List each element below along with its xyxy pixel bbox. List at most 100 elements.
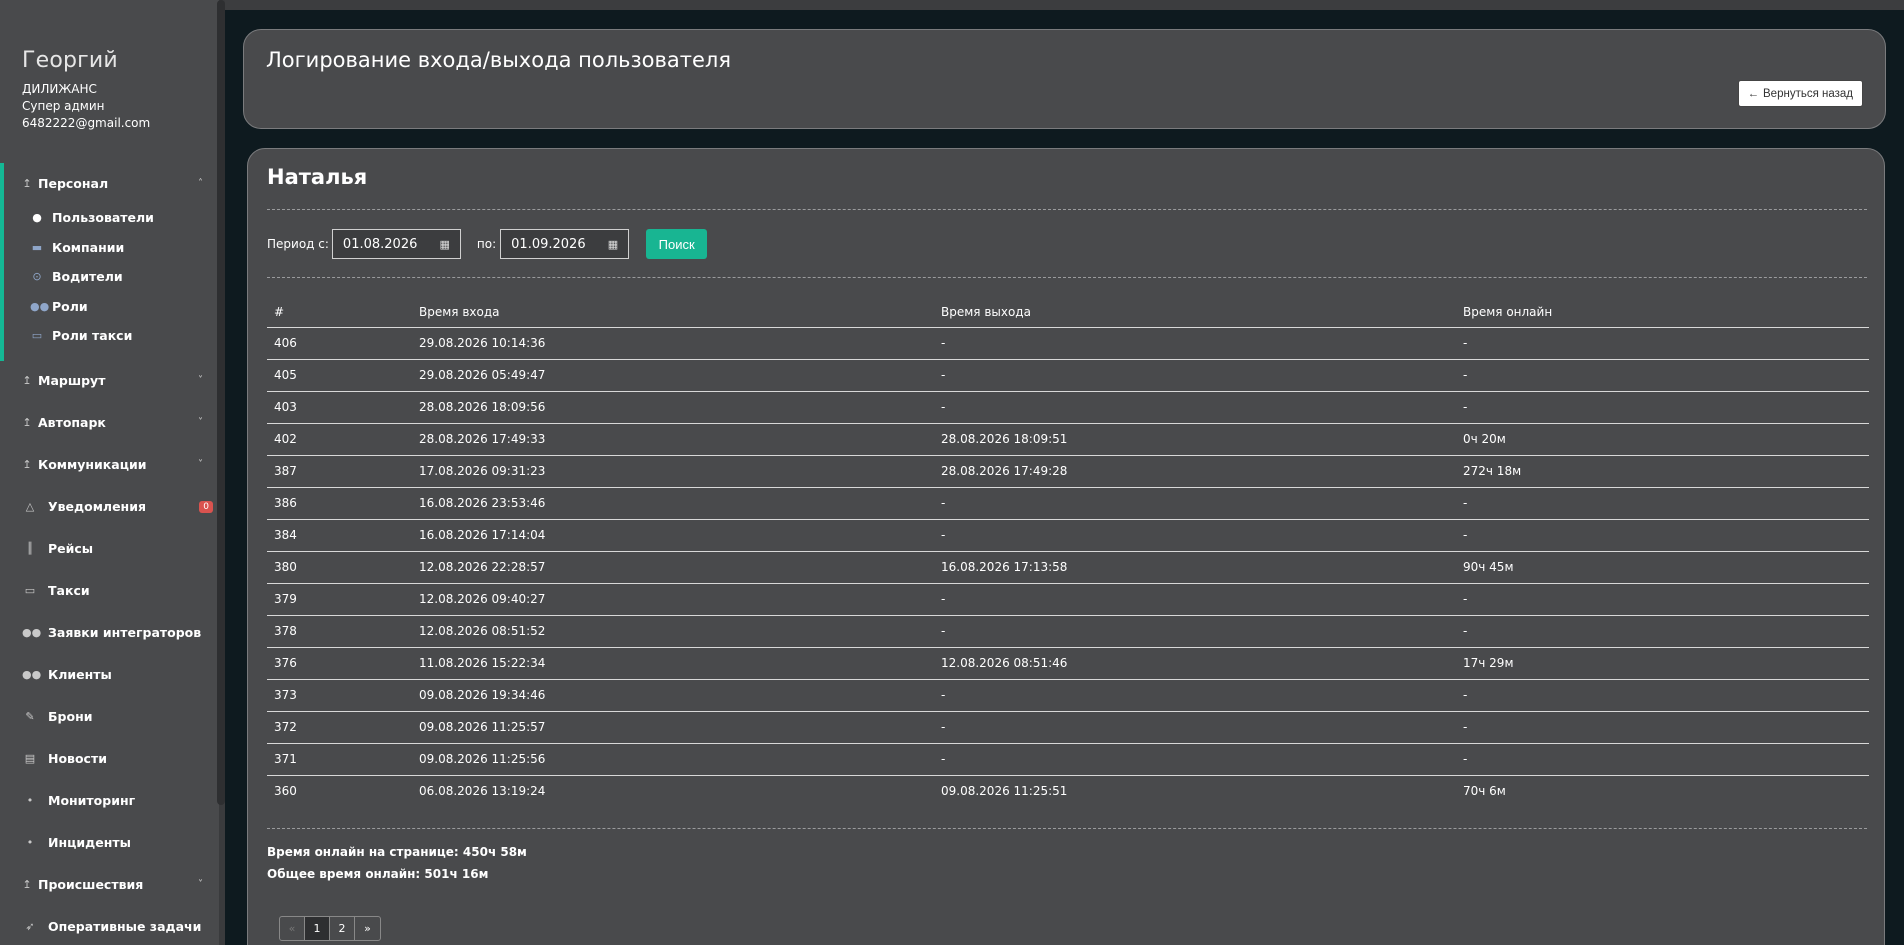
- cell-login-time: 11.08.2026 15:22:34: [412, 647, 934, 680]
- log-panel: Наталья Период с: 01.08.2026 ▦ по: 01.09…: [247, 148, 1885, 945]
- cell-online-time: 0ч 20м: [1456, 423, 1869, 456]
- cell-online-time: -: [1456, 519, 1869, 552]
- calendar-icon[interactable]: ▦: [440, 238, 450, 251]
- overall-online-total: Общее время онлайн: 501ч 16м: [267, 867, 489, 881]
- menu-item-label: Персонал: [38, 175, 109, 191]
- cell-id: 379: [267, 583, 412, 616]
- menu-item-label: Происшествия: [38, 877, 144, 892]
- menu-item-events[interactable]: ↥ Происшествия ˅: [0, 864, 217, 906]
- period-from-input[interactable]: 01.08.2026 ▦: [331, 229, 461, 259]
- menu-item-fleet[interactable]: ↥ Автопарк ˅: [0, 402, 217, 444]
- cell-online-time: -: [1456, 711, 1869, 744]
- sidebar-item-companies[interactable]: ▬ Компании: [0, 233, 217, 263]
- cell-login-time: 09.08.2026 11:25:56: [412, 743, 934, 776]
- menu-item-integrator-requests[interactable]: ●● Заявки интеграторов: [0, 612, 217, 654]
- profile-company: ДИЛИЖАНС: [22, 82, 97, 96]
- menu-item-label: Такси: [48, 583, 90, 598]
- profile-role: Супер админ: [22, 99, 105, 113]
- cell-id: 403: [267, 391, 412, 424]
- pagination-prev[interactable]: «: [280, 917, 305, 940]
- cell-logout-time: -: [934, 615, 1456, 648]
- cell-online-time: 90ч 45м: [1456, 551, 1869, 584]
- cell-id: 372: [267, 711, 412, 744]
- cell-logout-time: -: [934, 583, 1456, 616]
- users-icon: ●●: [30, 299, 50, 313]
- bell-icon: △: [25, 500, 35, 513]
- menu-item-taxi[interactable]: ▭ Такси: [0, 570, 217, 612]
- period-from-label: Период с:: [267, 237, 329, 251]
- menu-item-personnel[interactable]: ↥ Персонал ˄: [0, 163, 217, 203]
- menu-item-news[interactable]: ▤ Новости: [0, 738, 217, 780]
- menu-item-incidents[interactable]: • Инциденты: [0, 822, 217, 864]
- cell-login-time: 16.08.2026 23:53:46: [412, 487, 934, 520]
- cell-id: 371: [267, 743, 412, 776]
- menu-item-label: Автопарк: [38, 415, 106, 430]
- menu-item-route[interactable]: ↥ Маршрут ˅: [0, 360, 217, 402]
- sidebar: Георгий ДИЛИЖАНС Супер админ 6482222@gma…: [0, 0, 225, 945]
- cell-online-time: -: [1456, 487, 1869, 520]
- login-log-table: # Время входа Время выхода Время онлайн …: [267, 297, 1869, 807]
- arrow-up-icon: ↥: [22, 176, 32, 190]
- menu-item-label: Маршрут: [38, 373, 106, 388]
- sidebar-item-label: Водители: [52, 269, 123, 285]
- back-button[interactable]: ← Вернуться назад: [1737, 80, 1863, 107]
- profile-email: 6482222@gmail.com: [22, 116, 151, 130]
- divider: [267, 209, 1867, 210]
- column-header-id: #: [267, 297, 412, 328]
- table-row: 360 06.08.2026 13:19:24 09.08.2026 11:25:5…: [267, 775, 1869, 807]
- sidebar-item-label: Роли такси: [52, 328, 133, 344]
- cell-id: 386: [267, 487, 412, 520]
- cell-login-time: 17.08.2026 09:31:23: [412, 455, 934, 488]
- cell-login-time: 12.08.2026 08:51:52: [412, 615, 934, 648]
- pagination-page-1[interactable]: 1: [305, 917, 330, 940]
- period-to-label: по:: [476, 237, 497, 251]
- menu-item-communications[interactable]: ↥ Коммуникации ˅: [0, 444, 217, 486]
- menu-item-trips[interactable]: ║ Рейсы: [0, 528, 217, 570]
- menu-item-notifications[interactable]: △ Уведомления 0: [0, 486, 217, 528]
- menu-item-label: Брони: [48, 709, 93, 724]
- cell-login-time: 12.08.2026 22:28:57: [412, 551, 934, 584]
- sidebar-item-roles[interactable]: ●● Роли: [0, 292, 217, 322]
- cell-login-time: 06.08.2026 13:19:24: [419, 784, 546, 799]
- cell-logout-time: 28.08.2026 17:49:28: [934, 455, 1456, 488]
- cell-online-time: 272ч 18м: [1456, 455, 1869, 488]
- table-row: 372 09.08.2026 11:25:57- -: [267, 711, 1869, 744]
- calendar-icon[interactable]: ▦: [608, 238, 618, 251]
- table-header-row: # Время входа Время выхода Время онлайн: [267, 297, 1869, 328]
- profile-name: Георгий: [22, 48, 118, 73]
- cell-login-time: 12.08.2026 09:40:27: [412, 583, 934, 616]
- menu-item-label: Рейсы: [48, 541, 94, 556]
- menu-group-personnel: ↥ Персонал ˄ ● Пользователи ▬ Компании ⊙…: [0, 163, 217, 361]
- car-icon: ▭: [24, 584, 36, 597]
- pagination-page-2[interactable]: 2: [330, 917, 355, 940]
- sidebar-menu: ↥ Персонал ˄ ● Пользователи ▬ Компании ⊙…: [0, 163, 217, 945]
- arrow-left-icon: ←: [1747, 87, 1760, 100]
- period-to-value: 01.09.2026: [511, 236, 586, 252]
- sidebar-item-taxi-roles[interactable]: ▭ Роли такси: [0, 321, 217, 351]
- cell-online-time: -: [1456, 743, 1869, 776]
- menu-item-label: Инциденты: [48, 835, 131, 850]
- menu-item-operational-tasks[interactable]: ➶ Оперативные задачи: [0, 906, 217, 945]
- cell-online-time: 70ч 6м: [1463, 784, 1506, 799]
- menu-item-monitoring[interactable]: • Мониторинг: [0, 780, 217, 822]
- cell-online-time: -: [1456, 391, 1869, 424]
- period-to-input[interactable]: 01.09.2026 ▦: [500, 229, 630, 259]
- cell-online-time: -: [1456, 327, 1869, 360]
- table-row: 405 29.08.2026 05:49:47- -: [267, 359, 1869, 392]
- table-row: 402 28.08.2026 17:49:33 28.08.2026 18:09:5…: [267, 423, 1869, 456]
- table-row: 378 12.08.2026 08:51:52- -: [267, 615, 1869, 648]
- menu-item-bookings[interactable]: ✎ Брони: [0, 696, 217, 738]
- cell-id: 384: [267, 519, 412, 552]
- search-button[interactable]: Поиск: [646, 229, 708, 259]
- arrow-up-icon: ↥: [22, 458, 32, 471]
- table-row: 403 28.08.2026 18:09:56- -: [267, 391, 1869, 424]
- divider: [267, 277, 1867, 278]
- cell-online-time: -: [1456, 679, 1869, 712]
- sidebar-item-drivers[interactable]: ⊙ Водители: [0, 262, 217, 292]
- menu-item-clients[interactable]: ●● Клиенты: [0, 654, 217, 696]
- sidebar-item-users[interactable]: ● Пользователи: [0, 203, 217, 233]
- pagination-next[interactable]: »: [355, 917, 380, 940]
- menu-item-label: Заявки интеграторов: [48, 625, 202, 640]
- sidebar-scrollbar[interactable]: [217, 0, 225, 805]
- road-icon: ║: [26, 542, 34, 555]
